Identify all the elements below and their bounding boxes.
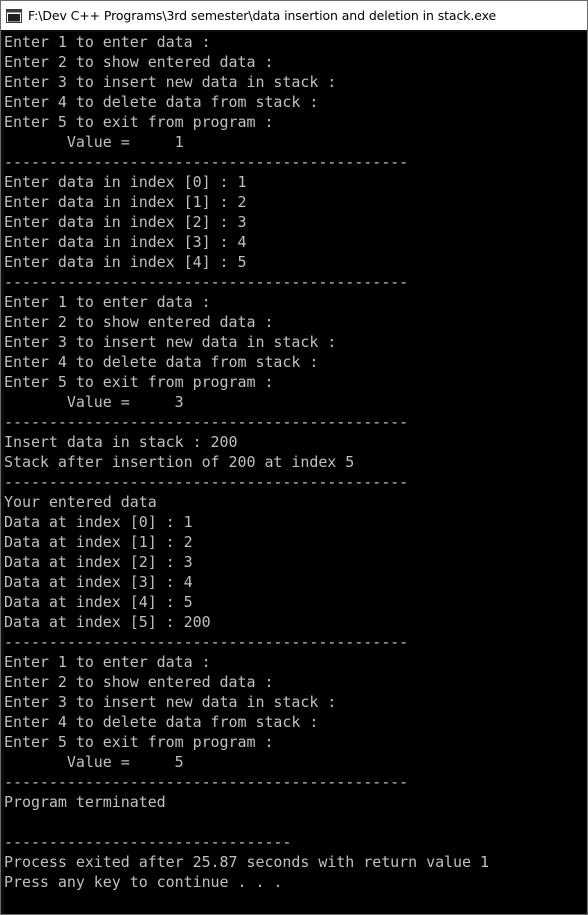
- console-line: Enter 2 to show entered data :: [4, 313, 274, 331]
- console-line: Data at index [5] : 200: [4, 613, 211, 631]
- console-line: ----------------------------------------…: [4, 633, 409, 651]
- console-line: Enter 3 to insert new data in stack :: [4, 333, 337, 351]
- console-line: Value = 5: [4, 753, 184, 771]
- console-line: Enter 3 to insert new data in stack :: [4, 693, 337, 711]
- window-title: F:\Dev C++ Programs\3rd semester\data in…: [28, 8, 497, 23]
- console-app-icon: [6, 8, 22, 23]
- console-line: Enter 1 to enter data :: [4, 33, 211, 51]
- console-line: Data at index [4] : 5: [4, 593, 193, 611]
- console-line: Data at index [1] : 2: [4, 533, 193, 551]
- console-line: Enter 4 to delete data from stack :: [4, 353, 319, 371]
- console-line: Enter 4 to delete data from stack :: [4, 93, 319, 111]
- console-line: Process exited after 25.87 seconds with …: [4, 853, 489, 871]
- console-line: Data at index [3] : 4: [4, 573, 193, 591]
- console-line: Enter data in index [1] : 2: [4, 193, 247, 211]
- console-line: Value = 1: [4, 133, 184, 151]
- console-line: Enter data in index [3] : 4: [4, 233, 247, 251]
- console-line: Your entered data: [4, 493, 157, 511]
- console-line: Enter 3 to insert new data in stack :: [4, 73, 337, 91]
- console-line: Enter 2 to show entered data :: [4, 53, 274, 71]
- console-line: ----------------------------------------…: [4, 773, 409, 791]
- console-line: Enter 5 to exit from program :: [4, 733, 274, 751]
- console-line: Enter 4 to delete data from stack :: [4, 713, 319, 731]
- console-line: ----------------------------------------…: [4, 413, 409, 431]
- console-line: ----------------------------------------…: [4, 273, 409, 291]
- title-bar[interactable]: F:\Dev C++ Programs\3rd semester\data in…: [1, 1, 587, 30]
- console-window: F:\Dev C++ Programs\3rd semester\data in…: [0, 0, 588, 915]
- console-line: Program terminated: [4, 793, 166, 811]
- console-line: --------------------------------: [4, 833, 292, 851]
- console-output[interactable]: Enter 1 to enter data : Enter 2 to show e…: [4, 32, 586, 914]
- console-line: ----------------------------------------…: [4, 153, 409, 171]
- console-line: Enter data in index [2] : 3: [4, 213, 247, 231]
- console-line: Enter 5 to exit from program :: [4, 113, 274, 131]
- console-line: Enter data in index [0] : 1: [4, 173, 247, 191]
- console-line: Press any key to continue . . .: [4, 873, 283, 891]
- console-line: Enter 1 to enter data :: [4, 653, 211, 671]
- console-line: Insert data in stack : 200: [4, 433, 238, 451]
- console-line: Value = 3: [4, 393, 184, 411]
- console-line: Enter data in index [4] : 5: [4, 253, 247, 271]
- console-line: Enter 5 to exit from program :: [4, 373, 274, 391]
- console-line: Enter 2 to show entered data :: [4, 673, 274, 691]
- console-line: Data at index [0] : 1: [4, 513, 193, 531]
- console-line: ----------------------------------------…: [4, 473, 409, 491]
- console-line: Data at index [2] : 3: [4, 553, 193, 571]
- console-line: Enter 1 to enter data :: [4, 293, 211, 311]
- console-line: Stack after insertion of 200 at index 5: [4, 453, 355, 471]
